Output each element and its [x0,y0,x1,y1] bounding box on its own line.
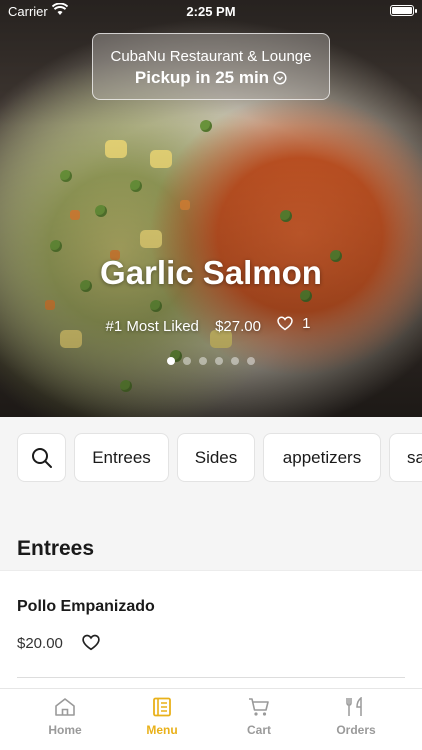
menu-item-card[interactable]: Pollo Empanizado $20.00 [0,570,422,688]
tab-cart[interactable]: Cart [209,697,309,737]
menu-item-price: $20.00 [17,635,63,652]
category-partial[interactable]: sa [389,433,422,482]
carousel-dot[interactable] [215,357,223,365]
featured-dish-title: Garlic Salmon [100,254,322,291]
menu-icon [153,697,171,717]
tab-bar: Home Menu Cart Orders [0,688,422,750]
category-sides[interactable]: Sides [177,433,255,482]
tab-menu-label: Menu [146,723,178,737]
category-strip[interactable]: Entrees Sides appetizers sa [0,417,422,499]
carousel-dot[interactable] [231,357,239,365]
cart-icon [249,698,269,716]
category-search-button[interactable] [17,433,66,482]
battery-icon [390,5,417,16]
section-title: Entrees [17,537,95,560]
featured-dish-meta: #1 Most Liked $27.00 1 [0,315,422,335]
orders-icon [346,697,362,716]
pickup-eta: Pickup in 25 min [134,68,270,87]
divider [17,677,405,678]
tab-home-label: Home [48,723,82,737]
category-entrees[interactable]: Entrees [74,433,169,482]
carousel-dot[interactable] [247,357,255,365]
featured-price: $27.00 [215,318,261,335]
featured-likes[interactable]: 1 [277,315,316,332]
featured-rank: #1 Most Liked [105,318,199,335]
search-icon [31,447,52,468]
heart-icon[interactable] [82,634,100,651]
carousel-indicator[interactable] [0,357,422,365]
status-bar: Carrier 2:25 PM [0,0,422,22]
tab-menu[interactable]: Menu [112,697,212,737]
chevron-down-icon [273,71,287,85]
restaurant-name: CubaNu Restaurant & Lounge [110,48,312,65]
category-appetizers[interactable]: appetizers [263,433,381,482]
tab-orders-label: Orders [336,723,376,737]
tab-cart-label: Cart [246,723,271,737]
pickup-selector[interactable]: CubaNu Restaurant & Lounge Pickup in 25 … [92,33,330,100]
clock: 2:25 PM [186,4,236,19]
tab-home[interactable]: Home [15,697,115,737]
heart-icon [277,316,293,331]
carousel-dot[interactable] [167,357,175,365]
carousel-dot[interactable] [199,357,207,365]
home-icon [55,698,75,716]
carousel-dot[interactable] [183,357,191,365]
tab-orders[interactable]: Orders [306,697,406,737]
featured-likes-count: 1 [302,315,311,332]
menu-item-name: Pollo Empanizado [17,598,155,615]
